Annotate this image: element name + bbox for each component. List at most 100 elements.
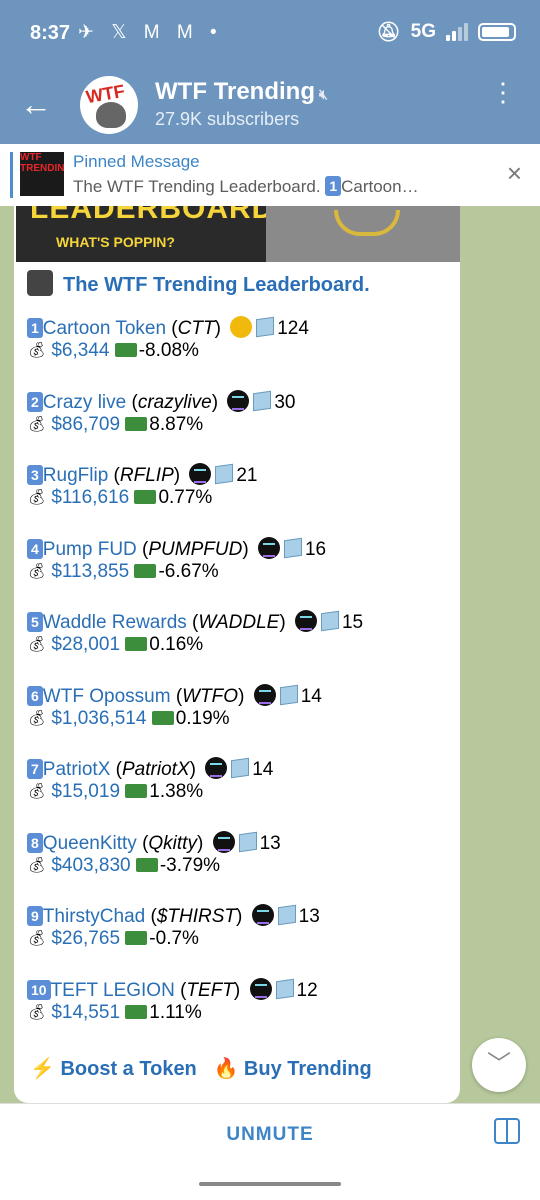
status-bar: 8:37 ✈ 𝕏 M M • 🔕︎ 5G — [0, 0, 540, 66]
channel-avatar[interactable]: WTF — [80, 76, 138, 134]
solana-icon — [249, 977, 272, 1000]
token-entry: 1 Cartoon Token (CTT) 124 — [27, 316, 309, 340]
rank-badge: 6 — [27, 685, 43, 706]
token-name-link[interactable]: QueenKitty — [43, 833, 137, 854]
market-cap-link[interactable]: $14,551 — [51, 1002, 120, 1023]
unmute-button[interactable]: UNMUTE — [0, 1124, 540, 1146]
cash-icon — [114, 343, 137, 357]
market-cap-link[interactable]: $1,036,514 — [51, 708, 146, 729]
pinned-message-bar[interactable]: WTF TRENDING Pinned Message The WTF Tren… — [0, 144, 540, 207]
token-name-link[interactable]: Waddle Rewards — [43, 612, 187, 633]
token-ticker: Qkitty — [148, 832, 197, 854]
token-entry: 4 Pump FUD (PUMPFUD) 16 — [27, 536, 327, 561]
trend-count: 14 — [252, 759, 274, 780]
status-time: 8:37 — [30, 22, 71, 44]
token-ticker: WTFO — [182, 685, 239, 707]
pinned-title: Pinned Message — [73, 152, 200, 171]
banner-title: LEADERBOARD — [30, 206, 275, 225]
token-name-link[interactable]: RugFlip — [43, 465, 108, 486]
rank-badge: 1 — [27, 318, 43, 338]
lightning-icon: ⚡ — [30, 1058, 55, 1080]
market-cap-link[interactable]: $6,344 — [51, 340, 109, 361]
notification-icons: ✈ 𝕏 M M • — [78, 22, 223, 43]
token-ticker: TEFT — [186, 979, 234, 1001]
cash-icon — [125, 416, 148, 431]
cube-icon — [231, 757, 250, 779]
money-bag-icon: 💰︎ — [27, 342, 47, 359]
scroll-down-button[interactable]: ﹀ — [472, 1038, 526, 1092]
market-cap-link[interactable]: $26,765 — [51, 928, 120, 949]
token-name-link[interactable]: TEFT LEGION — [51, 980, 175, 1001]
market-cap-link[interactable]: $116,616 — [51, 487, 129, 508]
market-cap-link[interactable]: $113,855 — [51, 561, 129, 582]
token-stats: 💰︎ $113,855 -6.67% — [27, 561, 219, 583]
trend-count: 13 — [259, 832, 281, 854]
token-entry: 2 Crazy live (crazylive) 30 — [27, 389, 295, 414]
mute-icon: 🔕︎ — [376, 22, 401, 43]
buy-trending-link[interactable]: Buy Trending — [244, 1058, 372, 1080]
market-cap-link[interactable]: $15,019 — [51, 781, 120, 802]
cube-icon — [279, 684, 298, 705]
solana-icon — [294, 610, 317, 632]
price-change: 8.87% — [149, 413, 204, 435]
banner-tagline: WHAT'S POPPIN? — [56, 234, 175, 250]
money-bag-icon: 💰︎ — [27, 783, 47, 800]
price-change: 1.38% — [149, 781, 204, 802]
cash-icon — [134, 563, 157, 578]
token-name-link[interactable]: Pump FUD — [43, 539, 137, 560]
price-change: 0.77% — [158, 487, 213, 508]
chat-area[interactable]: LEADERBOARD WHAT'S POPPIN? The WTF Trend… — [0, 206, 540, 1103]
token-stats: 💰︎ $86,709 8.87% — [27, 414, 203, 436]
money-bag-icon: 💰︎ — [27, 415, 47, 433]
market-cap-link[interactable]: $28,001 — [51, 634, 120, 655]
leaderboard-heading: The WTF Trending Leaderboard. — [27, 270, 370, 297]
cube-icon — [283, 537, 302, 558]
trend-count: 16 — [304, 538, 327, 560]
home-gesture-pill[interactable] — [199, 1182, 341, 1186]
token-ticker: CTT — [177, 318, 215, 339]
price-change: 1.11% — [149, 1001, 202, 1023]
more-menu-icon[interactable]: ⋮ — [490, 79, 516, 105]
cube-icon — [238, 831, 257, 852]
token-entry: 7 PatriotX (PatriotX) 14 — [27, 757, 273, 781]
trend-count: 12 — [296, 979, 318, 1001]
channel-title[interactable]: WTF Trending 🔇︎ — [155, 78, 328, 106]
wtf-mini-icon — [27, 270, 53, 296]
rank-badge: 2 — [27, 391, 43, 412]
token-ticker: $THIRST — [156, 906, 237, 927]
token-entry: 6 WTF Opossum (WTFO) 14 — [27, 683, 322, 708]
bnb-chain-icon — [230, 316, 253, 338]
cash-icon — [125, 1004, 148, 1019]
token-name-link[interactable]: Cartoon Token — [43, 318, 166, 339]
rank-badge: 5 — [27, 612, 43, 632]
price-change: -0.7% — [149, 928, 199, 949]
gift-icon[interactable] — [494, 1118, 520, 1144]
token-ticker: WADDLE — [198, 612, 280, 633]
solana-icon — [253, 683, 276, 706]
solana-icon — [205, 757, 228, 779]
token-name-link[interactable]: WTF Opossum — [43, 686, 176, 707]
token-ticker: PatriotX — [122, 759, 190, 780]
leaderboard-banner-image[interactable]: LEADERBOARD WHAT'S POPPIN? — [16, 206, 460, 262]
boost-token-link[interactable]: Boost a Token — [60, 1058, 196, 1080]
system-nav-bar — [0, 1167, 540, 1200]
rank-badge: 3 — [27, 465, 43, 485]
price-change: -3.79% — [159, 854, 221, 876]
token-stats: 💰︎ $14,551 1.11% — [27, 1002, 202, 1024]
trend-count: 14 — [300, 685, 322, 707]
token-name-link[interactable]: ThirstyChad — [43, 906, 145, 927]
token-stats: 💰︎ $15,019 1.38% — [27, 781, 203, 803]
market-cap-link[interactable]: $403,830 — [51, 855, 130, 876]
token-ticker: RFLIP — [119, 465, 174, 486]
token-entry: 5 Waddle Rewards (WADDLE) 15 — [27, 610, 363, 634]
cube-icon — [277, 904, 296, 926]
price-change: 0.19% — [175, 707, 230, 729]
token-name-link[interactable]: PatriotX — [43, 759, 111, 780]
back-arrow-icon[interactable]: ← — [20, 88, 52, 120]
rank-badge: 8 — [27, 832, 43, 853]
token-name-link[interactable]: Crazy live — [43, 392, 126, 413]
money-bag-icon: 💰︎ — [27, 562, 47, 580]
signal-icon — [446, 23, 468, 41]
market-cap-link[interactable]: $86,709 — [51, 414, 120, 435]
close-pinned-icon[interactable]: × — [507, 158, 522, 189]
